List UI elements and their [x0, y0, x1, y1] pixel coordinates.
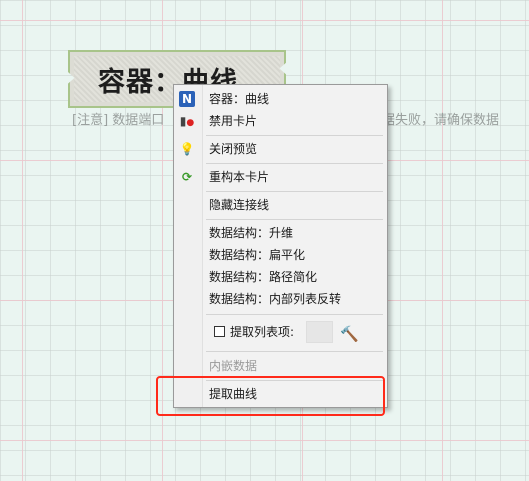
menu-item-label: 数据结构：路径简化 — [209, 270, 318, 284]
n-badge-icon: N — [179, 91, 195, 107]
menu-item-label: 内嵌数据 — [209, 359, 258, 373]
highlight-box — [156, 376, 385, 416]
menu-item-hide-wires[interactable]: 隐藏连接线 — [174, 194, 387, 216]
menu-item-rebuild-card[interactable]: ⟳ 重构本卡片 — [174, 166, 387, 188]
menu-item-label: 数据结构：内部列表反转 — [209, 292, 342, 306]
menu-item-reverse[interactable]: 数据结构：内部列表反转 — [174, 288, 387, 310]
hammer-icon[interactable]: 🔨 — [340, 323, 359, 345]
menu-separator — [206, 191, 383, 192]
menu-item-graft[interactable]: 数据结构：升维 — [174, 222, 387, 244]
menu-item-label: 数据结构：扁平化 — [209, 248, 306, 262]
menu-item-label: 容器：曲线 — [209, 92, 270, 106]
menu-item-disable-card[interactable]: ▮● 禁用卡片 — [174, 110, 387, 132]
menu-item-label: 禁用卡片 — [209, 114, 258, 128]
list-item-index-field[interactable] — [306, 321, 333, 343]
refresh-icon: ⟳ — [181, 170, 193, 184]
menu-item-flatten[interactable]: 数据结构：扁平化 — [174, 244, 387, 266]
menu-item-simplify[interactable]: 数据结构：路径简化 — [174, 266, 387, 288]
menu-item-label: 数据结构：升维 — [209, 226, 294, 240]
menu-item-close-preview[interactable]: 💡 关闭预览 — [174, 138, 387, 160]
menu-separator — [206, 135, 383, 136]
menu-separator — [206, 163, 383, 164]
extract-list-item-checkbox[interactable] — [214, 326, 225, 337]
menu-item-label: 关闭预览 — [209, 142, 258, 156]
menu-item-label: 重构本卡片 — [209, 170, 270, 184]
menu-separator — [206, 219, 383, 220]
lightbulb-icon: 💡 — [179, 142, 195, 156]
menu-item-label: 提取列表项: — [230, 325, 295, 339]
menu-item-embedded-data: 内嵌数据 — [174, 355, 387, 377]
menu-item-extract-list-item[interactable]: 提取列表项: 🔨 — [174, 321, 387, 343]
menu-separator — [206, 351, 383, 352]
menu-item-container-curve[interactable]: N 容器：曲线 — [174, 88, 387, 110]
menu-separator — [206, 314, 383, 315]
node-warning-note-tail: 据失败，请确保数据 — [382, 113, 500, 128]
disable-card-icon: ▮● — [179, 114, 195, 128]
context-menu: N 容器：曲线 ▮● 禁用卡片 💡 关闭预览 ⟳ 重构本卡片 隐藏连接线 数据结… — [173, 84, 388, 408]
menu-item-label: 隐藏连接线 — [209, 198, 270, 212]
